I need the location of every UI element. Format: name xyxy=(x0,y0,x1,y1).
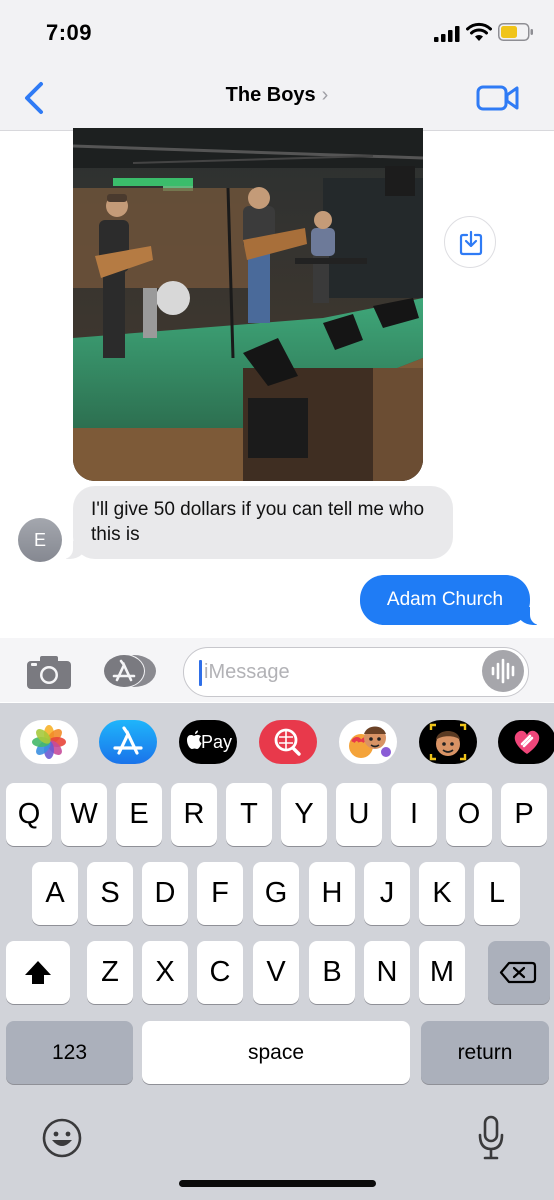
save-download-icon xyxy=(459,230,483,256)
key-k[interactable]: K xyxy=(419,862,465,925)
band-photo-attachment[interactable] xyxy=(73,128,423,481)
app-store-drawer-icon[interactable] xyxy=(102,653,158,689)
title-chevron-icon: › xyxy=(321,84,329,106)
facetime-video-icon[interactable] xyxy=(476,84,520,112)
key-g[interactable]: G xyxy=(253,862,299,925)
wifi-icon xyxy=(466,22,492,41)
key-m[interactable]: M xyxy=(419,941,465,1004)
key-f[interactable]: F xyxy=(197,862,243,925)
shift-arrow-icon xyxy=(25,961,51,984)
key-w[interactable]: W xyxy=(61,783,107,846)
key-i[interactable]: I xyxy=(391,783,437,846)
photos-app-icon[interactable] xyxy=(20,720,78,764)
backspace-icon xyxy=(499,961,537,984)
incoming-message-text: I'll give 50 dollars if you can tell me … xyxy=(91,499,425,545)
emoji-keyboard-icon[interactable] xyxy=(40,1116,84,1160)
home-indicator[interactable] xyxy=(179,1180,376,1187)
dictation-microphone-icon[interactable] xyxy=(476,1114,506,1162)
apple-pay-app-icon[interactable]: Pay xyxy=(179,720,237,764)
band-on-stage-image xyxy=(73,128,423,481)
key-o[interactable]: O xyxy=(446,783,492,846)
digital-touch-app-icon[interactable] xyxy=(498,720,554,764)
key-z[interactable]: Z xyxy=(87,941,133,1004)
key-d[interactable]: D xyxy=(142,862,188,925)
key-t[interactable]: T xyxy=(226,783,272,846)
conversation-title[interactable]: The Boys › xyxy=(0,84,554,107)
memoji-stickers-app-icon[interactable] xyxy=(339,720,397,764)
text-cursor xyxy=(199,660,202,686)
outgoing-message-text: Adam Church xyxy=(386,589,504,610)
delete-key[interactable] xyxy=(488,941,550,1004)
app-store-app-icon[interactable] xyxy=(99,720,157,764)
web-search-app-icon[interactable] xyxy=(259,720,317,764)
space-key[interactable]: space xyxy=(142,1021,410,1084)
key-l[interactable]: L xyxy=(474,862,520,925)
sender-avatar[interactable]: E xyxy=(18,518,62,562)
key-x[interactable]: X xyxy=(142,941,188,1004)
waveform-icon xyxy=(491,658,515,684)
status-time: 7:09 xyxy=(46,20,93,45)
key-c[interactable]: C xyxy=(197,941,243,1004)
key-n[interactable]: N xyxy=(364,941,410,1004)
animoji-app-icon[interactable] xyxy=(419,720,477,764)
key-u[interactable]: U xyxy=(336,783,382,846)
outgoing-message-bubble[interactable]: Adam Church xyxy=(360,575,540,625)
key-j[interactable]: J xyxy=(364,862,410,925)
return-key[interactable]: return xyxy=(421,1021,549,1084)
conversation-name[interactable]: The Boys xyxy=(226,84,316,106)
key-y[interactable]: Y xyxy=(281,783,327,846)
save-photo-button[interactable] xyxy=(444,216,496,268)
battery-icon xyxy=(498,23,533,41)
key-v[interactable]: V xyxy=(253,941,299,1004)
incoming-message-bubble[interactable]: I'll give 50 dollars if you can tell me … xyxy=(63,486,453,559)
cellular-signal-icon xyxy=(434,26,460,42)
shift-key[interactable] xyxy=(6,941,70,1004)
key-s[interactable]: S xyxy=(87,862,133,925)
message-placeholder: iMessage xyxy=(204,661,290,683)
key-b[interactable]: B xyxy=(309,941,355,1004)
camera-icon[interactable] xyxy=(26,654,72,690)
apple-pay-label: Pay xyxy=(201,732,233,752)
audio-message-button[interactable] xyxy=(482,650,524,692)
key-p[interactable]: P xyxy=(501,783,547,846)
key-a[interactable]: A xyxy=(32,862,78,925)
key-h[interactable]: H xyxy=(309,862,355,925)
key-r[interactable]: R xyxy=(171,783,217,846)
numbers-key[interactable]: 123 xyxy=(6,1021,133,1084)
key-q[interactable]: Q xyxy=(6,783,52,846)
key-e[interactable]: E xyxy=(116,783,162,846)
